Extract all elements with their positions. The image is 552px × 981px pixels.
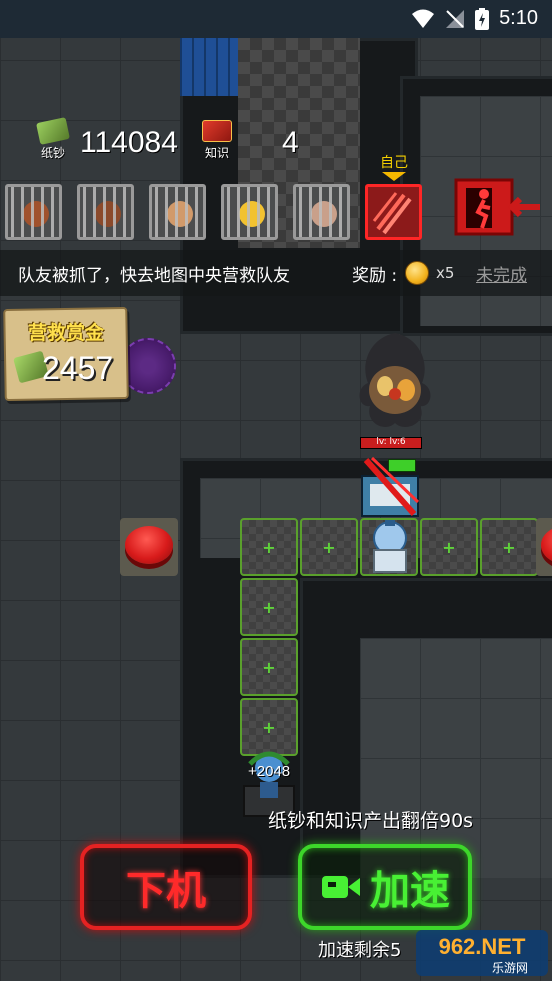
bounty-title: 营救赏金 <box>27 322 104 344</box>
red-button[interactable] <box>120 518 178 576</box>
task-banner[interactable]: 队友被抓了，快去地图中央营救队友 奖励 : x5 未完成 <box>0 250 552 296</box>
reward-label: 奖励 : <box>352 265 398 286</box>
caged-teammate-4[interactable] <box>221 184 278 240</box>
cash-counter: 纸钞 114084 <box>36 117 178 166</box>
cash-icon: 纸钞 <box>36 117 70 166</box>
wifi-icon <box>412 9 435 28</box>
leave-button[interactable]: 下机 <box>80 844 252 930</box>
caged-teammate-1[interactable] <box>5 184 62 240</box>
self-pointer-icon <box>382 172 406 181</box>
status-bar: 5:10 <box>0 0 552 38</box>
knowledge-value: 4 <box>282 126 299 159</box>
leave-button-label: 下机 <box>126 868 206 914</box>
rescue-bounty-card[interactable]: 营救赏金 2457 <box>3 306 129 402</box>
no-signal-icon <box>446 9 465 28</box>
self-label: 自己 <box>380 155 408 171</box>
water-cooler-icon <box>373 520 407 573</box>
caged-teammate-3[interactable] <box>149 184 206 240</box>
enemy-level-text: lv: lv:6 <box>376 437 406 447</box>
speed-up-button-label: 加速 <box>370 868 450 914</box>
site-watermark-logo: 962.NET 乐游网 <box>416 930 548 976</box>
red-button[interactable] <box>536 518 552 576</box>
claw-scratch-icon <box>372 192 412 235</box>
bounty-value: 2457 <box>42 350 114 386</box>
smile-coin-icon <box>405 261 429 285</box>
task-status[interactable]: 未完成 <box>476 261 527 286</box>
ghost-monster-icon <box>359 333 431 427</box>
build-tile[interactable]: + <box>240 638 298 696</box>
reward-count: x5 <box>436 264 455 282</box>
caged-teammate-5[interactable] <box>293 184 350 240</box>
turret-health-bar <box>388 459 416 472</box>
exit-sign-icon[interactable] <box>454 178 542 236</box>
svg-text:962.NET: 962.NET <box>439 934 526 959</box>
task-description: 队友被抓了，快去地图中央营救队友 <box>18 265 290 286</box>
clock: 5:10 <box>499 7 538 29</box>
build-tile[interactable]: + <box>240 578 298 636</box>
cash-gain-popup: +2048 <box>248 763 291 780</box>
battery-charging-icon <box>475 7 490 30</box>
self-slot[interactable] <box>365 184 422 240</box>
caged-teammate-2[interactable] <box>77 184 134 240</box>
speed-remaining-text: 加速剩余5 <box>318 940 402 961</box>
boost-info: 纸钞和知识产出翻倍90s <box>268 810 474 832</box>
build-tile[interactable]: + <box>240 518 298 576</box>
svg-text:乐游网: 乐游网 <box>492 961 528 975</box>
build-tile[interactable]: + <box>300 518 358 576</box>
blue-door <box>180 38 238 96</box>
knowledge-book-icon: 知识 <box>200 120 234 166</box>
build-tile[interactable]: + <box>420 518 478 576</box>
cash-value: 114084 <box>80 126 178 159</box>
knowledge-counter: 知识 4 <box>200 120 299 166</box>
teammate-slots <box>5 184 422 240</box>
build-tile[interactable]: + <box>480 518 538 576</box>
video-camera-icon <box>322 876 360 898</box>
room-bottom-right <box>360 638 552 878</box>
enemy-health-bar: lv: lv:6 <box>360 437 422 449</box>
speed-up-button[interactable]: 加速 <box>298 844 472 930</box>
